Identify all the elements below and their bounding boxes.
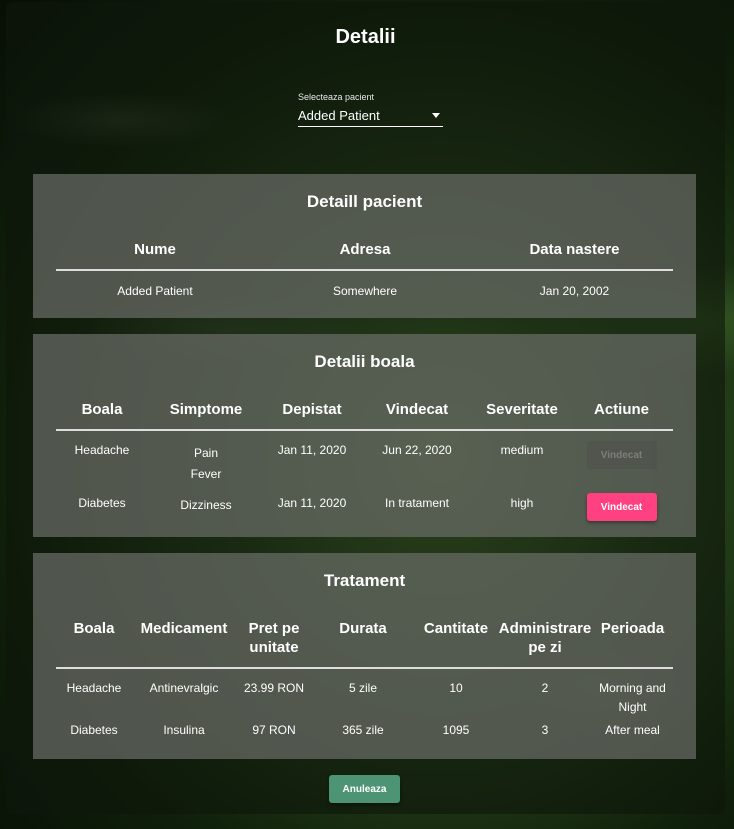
table-row: Diabetes Insulina 97 RON 365 zile 1095 3… [56, 717, 673, 740]
symptom-item: Pain [193, 446, 219, 460]
cell-medicament: Antinevralgic [149, 681, 219, 695]
patient-select-box[interactable]: Added Patient [298, 105, 443, 127]
vindecat-button-disabled: Vindecat [586, 441, 657, 469]
patient-select[interactable]: Selecteaza pacient Added Patient [298, 92, 443, 127]
header-administrare-pe-zi: Administrare pe zi [498, 620, 592, 656]
cell-pret: 97 RON [252, 723, 296, 737]
header-severitate: Severitate [486, 401, 558, 418]
cancel-button[interactable]: Anuleaza [329, 775, 400, 803]
cell-medicament: Insulina [163, 723, 205, 737]
cell-durata: 5 zile [348, 681, 377, 695]
page-title: Detalii [335, 26, 396, 48]
header-depistat: Depistat [282, 401, 342, 418]
cell-perioada: Morning and Night [599, 681, 666, 714]
cell-depistat: Jan 11, 2020 [277, 496, 347, 510]
patient-details-panel: Detaill pacient Nume Adresa Data nastere… [33, 174, 696, 318]
header-cantitate: Cantitate [423, 620, 489, 637]
chevron-down-icon [432, 113, 440, 118]
treatment-panel: Tratament Boala Medicament Pret pe unita… [33, 553, 696, 759]
header-perioada: Perioada [600, 620, 665, 637]
cell-perioada: After meal [605, 723, 660, 737]
table-row: Diabetes Dizziness Jan 11, 2020 In trata… [56, 485, 673, 521]
cell-simptome: Dizziness [148, 485, 264, 521]
cell-adresa: Somewhere [332, 284, 398, 298]
cell-depistat: Jan 11, 2020 [277, 443, 347, 457]
cell-simptome: Pain Fever [148, 430, 264, 485]
cell-durata: 365 zile [342, 723, 384, 737]
vindecat-button[interactable]: Vindecat [586, 493, 657, 521]
cell-nume: Added Patient [117, 284, 193, 298]
symptom-item: Fever [190, 467, 222, 481]
cell-data-nastere: Jan 20, 2002 [539, 284, 610, 298]
patient-select-value: Added Patient [298, 108, 380, 123]
symptom-item: Dizziness [180, 498, 232, 512]
disease-details-table: Boala Simptome Depistat Vindecat Severit… [56, 400, 673, 521]
header-boala: Boala [81, 401, 123, 418]
table-row: Headache Pain Fever Jan 11, 2020 Jun 22,… [56, 430, 673, 485]
patient-details-table: Nume Adresa Data nastere Added Patient S… [56, 240, 673, 301]
cell-severitate: high [510, 496, 534, 510]
header-data-nastere: Data nastere [529, 241, 620, 258]
header-simptome: Simptome [169, 401, 243, 418]
table-row: Added Patient Somewhere Jan 20, 2002 [56, 270, 673, 301]
cell-boala: Diabetes [70, 723, 118, 737]
cell-vindecat: In tratament [384, 496, 450, 510]
header-boala: Boala [73, 620, 115, 637]
cell-boala: Headache [66, 681, 122, 695]
treatment-title: Tratament [323, 571, 406, 590]
cell-boala: Diabetes [78, 496, 126, 510]
cell-cantitate: 10 [449, 681, 463, 695]
cell-severitate: medium [500, 443, 544, 457]
cell-vindecat: Jun 22, 2020 [382, 443, 452, 457]
disease-details-title: Detalii boala [314, 352, 415, 371]
table-row: Headache Antinevralgic 23.99 RON 5 zile … [56, 668, 673, 717]
cell-pret: 23.99 RON [243, 681, 305, 695]
header-pret-pe-unitate: Pret pe unitate [248, 620, 300, 656]
header-adresa: Adresa [339, 241, 391, 258]
header-actiune: Actiune [593, 401, 649, 418]
patient-select-label: Selecteaza pacient [298, 92, 375, 102]
cell-cantitate: 1095 [442, 723, 470, 737]
cell-boala: Headache [74, 443, 130, 457]
cell-administrare: 3 [541, 723, 549, 737]
header-medicament: Medicament [140, 620, 228, 637]
cell-administrare: 2 [541, 681, 549, 695]
header-vindecat: Vindecat [385, 401, 449, 418]
patient-details-title: Detaill pacient [306, 192, 423, 211]
treatment-table: Boala Medicament Pret pe unitate Durata … [56, 619, 673, 740]
header-durata: Durata [339, 620, 387, 637]
header-nume: Nume [134, 241, 176, 258]
disease-details-panel: Detalii boala Boala Simptome Depistat Vi… [33, 334, 696, 537]
